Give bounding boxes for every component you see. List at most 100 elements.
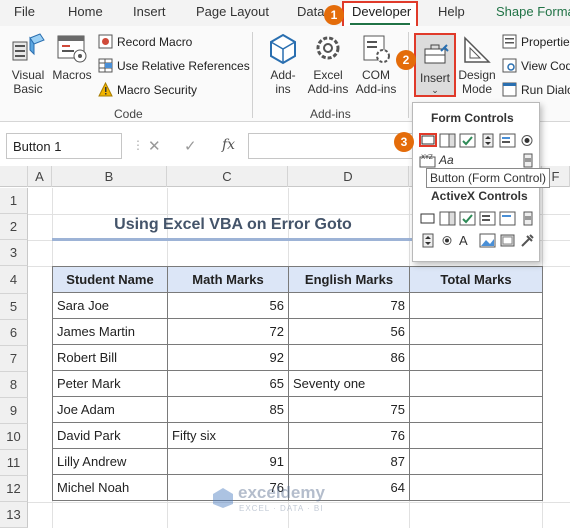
button-form-control-icon[interactable] <box>419 133 437 147</box>
column-header-c[interactable]: C <box>167 166 288 187</box>
row-header-12[interactable]: 12 <box>0 476 28 502</box>
list-box-icon[interactable] <box>499 133 516 148</box>
activex-text-box-icon[interactable] <box>499 211 516 226</box>
macro-security-button[interactable]: Macro Security <box>98 81 197 97</box>
header-student-name[interactable]: Student Name <box>52 266 168 293</box>
enter-check-icon[interactable]: ✓ <box>184 137 197 155</box>
scroll-bar-icon[interactable] <box>519 153 536 168</box>
cell-english[interactable]: 78 <box>288 292 410 319</box>
add-ins-button[interactable]: Add- ins <box>264 68 302 96</box>
formula-input[interactable] <box>248 133 416 159</box>
tab-shape-format[interactable]: Shape Format <box>496 4 570 19</box>
cell-name[interactable]: Michel Noah <box>52 474 168 501</box>
row-header-8[interactable]: 8 <box>0 372 28 398</box>
cell-english[interactable]: 56 <box>288 318 410 345</box>
cell-total[interactable] <box>409 370 543 397</box>
row-header-5[interactable]: 5 <box>0 294 28 320</box>
activex-combo-box-icon[interactable] <box>439 211 456 226</box>
cell-math[interactable]: 72 <box>167 318 289 345</box>
properties-button[interactable]: Properties <box>502 34 570 49</box>
label-control-icon[interactable]: Aa <box>439 153 456 168</box>
activex-label-icon[interactable]: A <box>459 233 476 248</box>
cell-total[interactable] <box>409 318 543 345</box>
cancel-icon[interactable]: ✕ <box>148 137 161 155</box>
excel-add-ins-button[interactable]: Excel Add-ins <box>304 68 352 96</box>
row-header-6[interactable]: 6 <box>0 320 28 346</box>
name-box[interactable]: Button 1 <box>6 133 122 159</box>
row-header-7[interactable]: 7 <box>0 346 28 372</box>
row-header-2[interactable]: 2 <box>0 214 28 240</box>
row-header-11[interactable]: 11 <box>0 450 28 476</box>
row-header-4[interactable]: 4 <box>0 266 28 294</box>
visual-basic-button[interactable]: Visual Basic <box>8 68 48 96</box>
cell-total[interactable] <box>409 344 543 371</box>
cell-math[interactable]: 85 <box>167 396 289 423</box>
tab-insert[interactable]: Insert <box>133 4 166 19</box>
row-header-10[interactable]: 10 <box>0 424 28 450</box>
column-header-a[interactable]: A <box>28 166 52 187</box>
com-add-ins-button[interactable]: COM Add-ins <box>352 68 400 96</box>
cell-total[interactable] <box>409 422 543 449</box>
row-header-9[interactable]: 9 <box>0 398 28 424</box>
cell-total[interactable] <box>409 448 543 475</box>
use-relative-references-button[interactable]: Use Relative References <box>98 58 250 73</box>
cell-english[interactable]: 75 <box>288 396 410 423</box>
cell-name[interactable]: Robert Bill <box>52 344 168 371</box>
insert-controls-button[interactable]: Insert ⌄ <box>414 33 456 97</box>
cell-total[interactable] <box>409 396 543 423</box>
activex-toggle-button-icon[interactable] <box>499 233 516 248</box>
cell-name[interactable]: Sara Joe <box>52 292 168 319</box>
header-english-marks[interactable]: English Marks <box>288 266 410 293</box>
row-header-1[interactable]: 1 <box>0 188 28 214</box>
design-mode-button[interactable]: Design Mode <box>456 68 498 96</box>
run-dialog-button[interactable]: Run Dialog <box>502 82 570 97</box>
cell-name[interactable]: Peter Mark <box>52 370 168 397</box>
table-row: Robert Bill 92 86 <box>52 344 543 371</box>
activex-image-icon[interactable] <box>479 233 496 248</box>
cell-math[interactable]: 91 <box>167 448 289 475</box>
option-button-icon[interactable] <box>519 133 536 148</box>
cell-name[interactable]: Lilly Andrew <box>52 448 168 475</box>
cell-english[interactable]: Seventy one <box>288 370 410 397</box>
cell-math[interactable]: 92 <box>167 344 289 371</box>
cell-english[interactable]: 87 <box>288 448 410 475</box>
cell-total[interactable] <box>409 474 543 501</box>
select-all-corner[interactable] <box>0 166 28 187</box>
cell-english[interactable]: 86 <box>288 344 410 371</box>
spin-button-icon[interactable] <box>479 133 496 148</box>
row-header-13[interactable]: 13 <box>0 502 28 528</box>
cell-math[interactable]: 65 <box>167 370 289 397</box>
header-math-marks[interactable]: Math Marks <box>167 266 289 293</box>
insert-function-icon[interactable]: fx <box>222 137 235 153</box>
column-header-b[interactable]: B <box>52 166 167 187</box>
activex-list-box-icon[interactable] <box>479 211 496 226</box>
activex-option-button-icon[interactable] <box>439 233 456 248</box>
row-header-3[interactable]: 3 <box>0 240 28 266</box>
activex-check-box-icon[interactable] <box>459 211 476 226</box>
tab-home[interactable]: Home <box>68 4 103 19</box>
record-macro-button[interactable]: Record Macro <box>98 34 192 49</box>
cell-total[interactable] <box>409 292 543 319</box>
macros-button[interactable]: Macros <box>50 68 94 82</box>
cell-english[interactable]: 76 <box>288 422 410 449</box>
view-code-button[interactable]: View Code <box>502 58 570 73</box>
combo-box-icon[interactable] <box>439 133 456 148</box>
tab-data[interactable]: Data <box>297 4 324 19</box>
more-controls-icon[interactable] <box>519 233 536 248</box>
cell-name[interactable]: James Martin <box>52 318 168 345</box>
activex-scroll-bar-icon[interactable] <box>519 211 536 226</box>
tab-page-layout[interactable]: Page Layout <box>196 4 269 19</box>
cell-name[interactable]: David Park <box>52 422 168 449</box>
group-box-icon[interactable]: XYZ <box>419 153 436 168</box>
check-box-icon[interactable] <box>459 133 476 148</box>
activex-button-icon[interactable] <box>419 211 436 226</box>
tab-file[interactable]: File <box>14 4 35 19</box>
column-header-d[interactable]: D <box>288 166 409 187</box>
cell-math[interactable]: Fifty six <box>167 422 289 449</box>
activex-spin-button-icon[interactable] <box>419 233 436 248</box>
tab-developer[interactable]: Developer <box>352 4 411 19</box>
header-total-marks[interactable]: Total Marks <box>409 266 543 293</box>
cell-math[interactable]: 56 <box>167 292 289 319</box>
cell-name[interactable]: Joe Adam <box>52 396 168 423</box>
tab-help[interactable]: Help <box>438 4 465 19</box>
